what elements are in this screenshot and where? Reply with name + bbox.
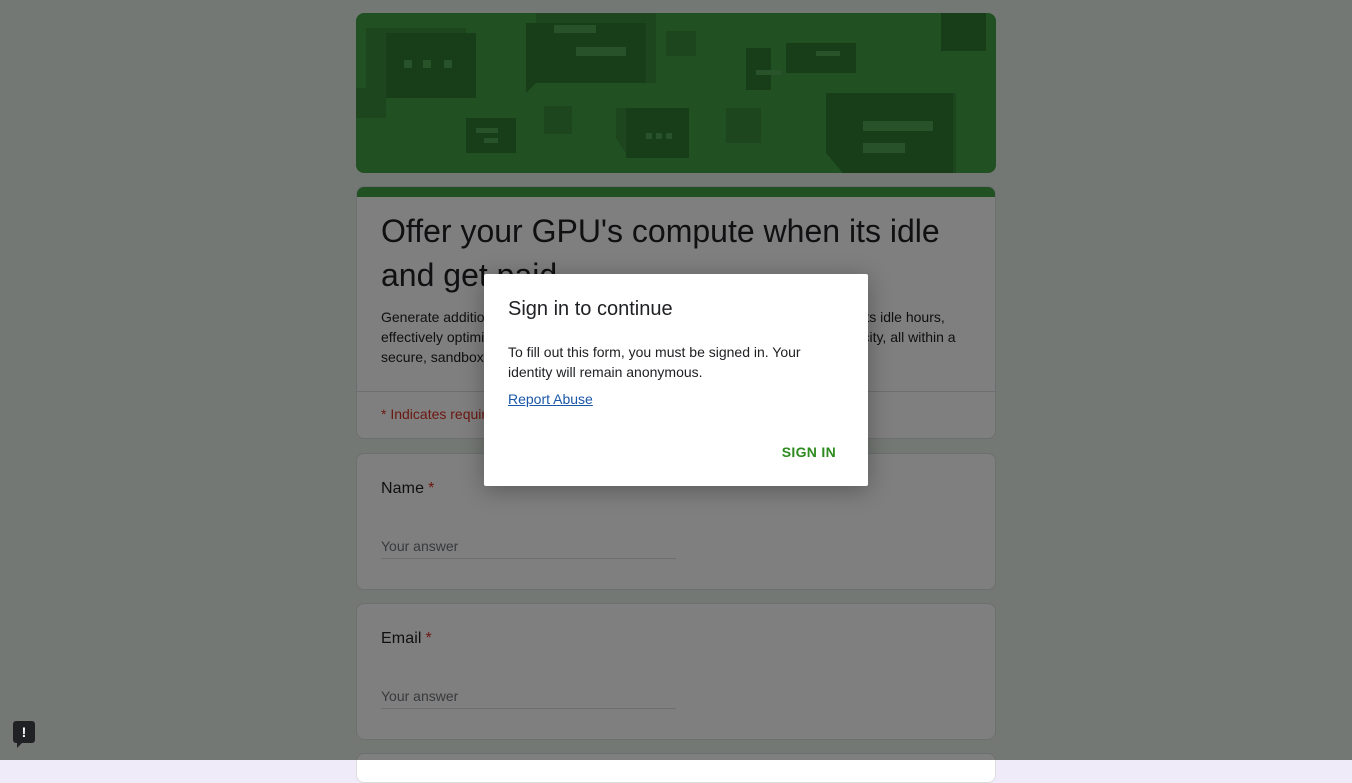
feedback-icon[interactable]: ! — [13, 721, 35, 748]
sign-in-dialog: Sign in to continue To fill out this for… — [484, 274, 868, 486]
dialog-message: To fill out this form, you must be signe… — [508, 344, 801, 380]
sign-in-button[interactable]: SIGN IN — [774, 442, 844, 462]
dialog-title: Sign in to continue — [508, 298, 673, 320]
report-abuse-link[interactable]: Report Abuse — [508, 391, 593, 407]
